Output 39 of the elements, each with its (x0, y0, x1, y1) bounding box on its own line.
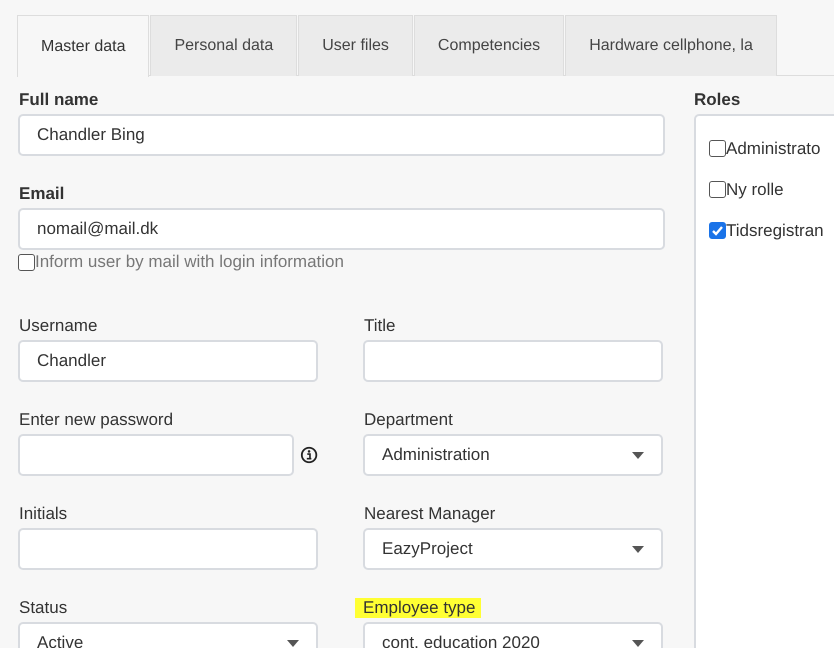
caret-icon (287, 640, 299, 646)
dropdown[interactable]: EazyProject (363, 528, 663, 570)
field-label: Enter new password (18, 410, 174, 430)
password-field[interactable] (18, 434, 294, 476)
tab[interactable]: User files (298, 15, 413, 76)
info-icon[interactable] (300, 445, 318, 465)
checkbox[interactable] (709, 222, 726, 239)
tab[interactable]: Competencies (414, 15, 564, 76)
input-field[interactable] (363, 340, 663, 382)
field-label: Nearest Manager (363, 504, 496, 524)
checkbox[interactable] (18, 254, 35, 270)
field-label: Initials (18, 504, 68, 524)
caret-icon (632, 452, 644, 458)
field-label: Status (18, 598, 68, 618)
input-field[interactable]: nomail@mail.dk (18, 208, 665, 250)
role-label: Ny rolle (726, 180, 784, 200)
field-label: Title (363, 316, 396, 336)
checkbox[interactable] (709, 181, 726, 198)
field-label: Username (18, 316, 98, 336)
field-label: Email (18, 184, 66, 204)
caret-icon (632, 640, 644, 646)
dropdown[interactable]: Administration (363, 434, 663, 476)
tab[interactable]: Master data (17, 15, 150, 77)
tab[interactable]: Hardware cellphone, la (565, 15, 777, 76)
input-field[interactable]: Chandler Bing (18, 114, 665, 156)
input-field[interactable] (18, 528, 318, 570)
input-field[interactable]: Chandler (18, 340, 318, 382)
field-label: Full name (18, 90, 100, 110)
field-label: Employee type (355, 598, 482, 618)
role-label: Tidsregistran (726, 220, 824, 240)
tab[interactable]: Personal data (150, 15, 298, 76)
role-label: Administrato (726, 138, 820, 158)
field-label: Department (363, 410, 454, 430)
checkbox-label: Inform user by mail with login information (35, 252, 344, 272)
dropdown[interactable]: Active (18, 622, 318, 648)
dropdown[interactable]: cont. education 2020 (363, 622, 663, 648)
checkbox[interactable] (709, 140, 726, 157)
caret-icon (632, 546, 644, 552)
roles-label: Roles (694, 90, 740, 110)
